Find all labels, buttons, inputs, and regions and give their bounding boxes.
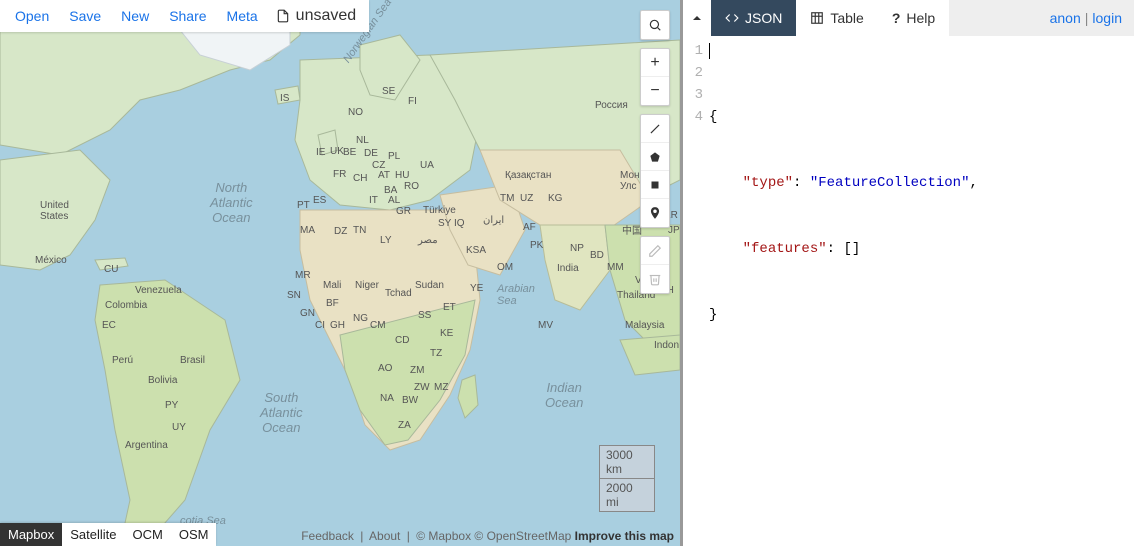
line-number: 2 — [683, 62, 703, 84]
tab-table[interactable]: Table — [796, 0, 877, 36]
account-anon[interactable]: anon — [1050, 10, 1081, 26]
layer-ocm[interactable]: OCM — [125, 523, 171, 546]
line-number: 3 — [683, 84, 703, 106]
search-button[interactable] — [641, 11, 669, 39]
code-token: , — [969, 175, 977, 191]
line-number: 4 — [683, 106, 703, 128]
line-number: 1 — [683, 40, 703, 62]
line-icon — [648, 122, 662, 136]
file-menu: Open Save New Share Meta unsaved — [0, 0, 369, 32]
scale-imperial: 2000 mi — [599, 478, 655, 512]
code-token — [709, 175, 743, 191]
code-token: "type" — [743, 175, 793, 191]
code-content[interactable]: { "type": "FeatureCollection", "features… — [709, 40, 1134, 546]
tab-help[interactable]: ? Help — [878, 0, 949, 36]
account-login[interactable]: login — [1092, 10, 1122, 26]
code-token: : — [827, 241, 844, 257]
doc-status: unsaved — [268, 7, 365, 25]
line-gutter: 1 2 3 4 — [683, 40, 709, 546]
zoom-in-button[interactable]: + — [641, 49, 669, 77]
code-icon — [725, 11, 739, 25]
account-area: anon | login — [1038, 0, 1134, 36]
code-token: { — [709, 109, 717, 125]
layer-osm[interactable]: OSM — [171, 523, 217, 546]
tab-json[interactable]: JSON — [711, 0, 796, 36]
map-canvas[interactable] — [0, 0, 680, 546]
tab-bar: JSON Table ? Help anon | login — [683, 0, 1134, 36]
search-icon — [648, 18, 662, 32]
file-icon — [276, 9, 290, 23]
attribution: Feedback | About | © Mapbox © OpenStreet… — [301, 526, 674, 546]
doc-status-label: unsaved — [296, 7, 357, 25]
menu-open[interactable]: Open — [5, 8, 59, 24]
code-token: } — [709, 307, 717, 323]
marker-icon — [648, 206, 662, 220]
text-cursor — [709, 43, 710, 59]
edit-button — [641, 237, 669, 265]
tab-table-label: Table — [830, 10, 863, 26]
menu-new[interactable]: New — [111, 8, 159, 24]
attr-feedback[interactable]: Feedback — [301, 529, 354, 543]
code-token — [709, 241, 743, 257]
code-token: "features" — [743, 241, 827, 257]
map-controls: + − — [640, 10, 670, 294]
rectangle-icon — [648, 178, 662, 192]
draw-polygon-button[interactable] — [641, 143, 669, 171]
polygon-icon — [648, 150, 662, 164]
layer-satellite[interactable]: Satellite — [62, 523, 124, 546]
menu-share[interactable]: Share — [159, 8, 216, 24]
code-token: : — [793, 175, 810, 191]
menu-save[interactable]: Save — [59, 8, 111, 24]
scale-metric: 3000 km — [599, 445, 655, 478]
layer-switcher: Mapbox Satellite OCM OSM — [0, 523, 216, 546]
table-icon — [810, 11, 824, 25]
zoom-out-button[interactable]: − — [641, 77, 669, 105]
map-pane[interactable]: North Atlantic Ocean South Atlantic Ocea… — [0, 0, 680, 546]
menu-meta[interactable]: Meta — [217, 8, 268, 24]
layer-mapbox[interactable]: Mapbox — [0, 523, 62, 546]
attr-improve[interactable]: Improve this map — [575, 529, 674, 543]
code-editor[interactable]: 1 2 3 4 { "type": "FeatureCollection", "… — [683, 36, 1134, 546]
draw-line-button[interactable] — [641, 115, 669, 143]
attr-copyright: © Mapbox © OpenStreetMap — [416, 529, 571, 543]
edit-icon — [648, 244, 662, 258]
editor-pane: JSON Table ? Help anon | login 1 2 3 4 { — [680, 0, 1134, 546]
code-token: "FeatureCollection" — [810, 175, 970, 191]
tab-help-label: Help — [906, 10, 935, 26]
help-icon: ? — [892, 10, 901, 26]
code-token: [] — [843, 241, 860, 257]
tab-json-label: JSON — [745, 10, 782, 26]
scale-bar: 3000 km 2000 mi — [599, 445, 655, 512]
delete-button — [641, 265, 669, 293]
draw-marker-button[interactable] — [641, 199, 669, 227]
caret-up-icon — [691, 12, 703, 24]
draw-rectangle-button[interactable] — [641, 171, 669, 199]
collapse-panel-button[interactable] — [683, 0, 711, 36]
attr-about[interactable]: About — [369, 529, 400, 543]
trash-icon — [648, 272, 662, 286]
